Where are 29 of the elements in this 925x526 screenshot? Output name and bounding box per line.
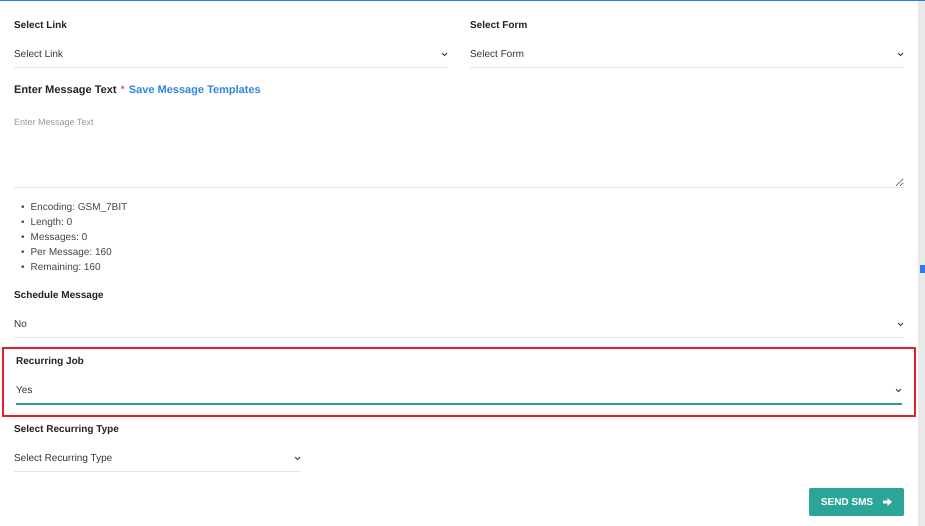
list-bullet: • [21,246,25,260]
stat-item: Remaining: 160 [30,261,101,275]
stat-item: Messages: 0 [30,231,88,245]
required-mark: * [120,84,125,96]
arrow-right-icon [883,498,892,506]
field-label: Recurring Job [16,355,85,369]
caret-icon [294,456,301,461]
field-label: Enter Message Text [14,84,117,96]
field-label: Select Link [14,19,68,33]
caret-icon [895,388,902,393]
list-bullet: • [21,231,25,245]
caret-icon [897,322,904,327]
list-bullet: • [21,261,25,275]
caret-icon [897,52,904,57]
stat-item: Per Message: 160 [30,246,112,260]
select-field[interactable]: No [14,309,904,338]
stat-item: Encoding: GSM_7BIT [30,201,128,215]
select-field[interactable]: Select Link [14,39,448,68]
field-label: Schedule Message [14,289,104,303]
list-bullet: • [21,216,25,230]
field-label: Select Form [470,19,528,33]
select-field[interactable]: Select Recurring Type [14,443,301,472]
save-templates-link[interactable]: Save Message Templates [128,84,261,96]
select-field[interactable]: Yes [16,375,902,405]
list-bullet: • [21,201,25,215]
field-label: Select Recurring Type [14,423,120,437]
stat-item: Length: 0 [30,216,72,230]
select-field[interactable]: Select Form [470,39,904,68]
caret-icon [441,52,448,57]
